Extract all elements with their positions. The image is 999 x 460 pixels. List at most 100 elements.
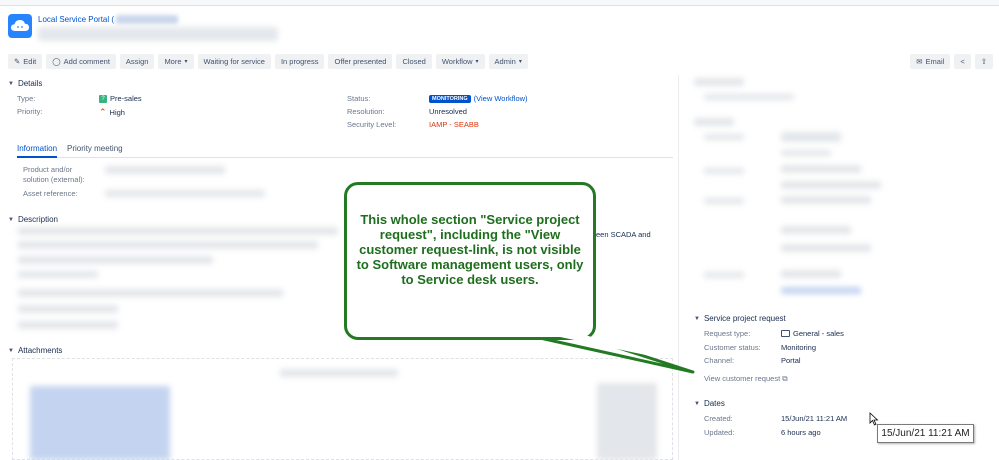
redacted-attachment-thumbnail[interactable] xyxy=(597,383,657,460)
workflow-label: Workflow xyxy=(441,57,473,66)
dates-heading-label: Dates xyxy=(703,399,725,408)
more-label: More xyxy=(164,57,182,66)
tab-priority-meeting[interactable]: Priority meeting xyxy=(67,144,123,157)
product-label-line2: solution (external): xyxy=(23,175,85,184)
details-heading[interactable]: ▼ Details xyxy=(8,79,42,88)
admin-label: Admin xyxy=(494,57,516,66)
customer-status-value: Monitoring xyxy=(781,343,817,352)
more-button[interactable]: More ▾ xyxy=(158,54,194,69)
redacted-issue-key xyxy=(116,15,179,25)
resolution-label: Resolution: xyxy=(347,107,385,116)
service-request-heading-label: Service project request xyxy=(703,314,786,323)
edit-button[interactable]: ✎ Edit xyxy=(8,54,43,69)
chevron-down-icon: ▾ xyxy=(184,59,188,65)
redacted-description-line xyxy=(18,305,118,313)
offer-presented-button[interactable]: Offer presented xyxy=(328,54,393,69)
redacted-description-line xyxy=(18,289,283,297)
pencil-icon: ✎ xyxy=(14,57,21,66)
type-label: Type: xyxy=(17,94,36,103)
external-link-icon: ⧉ xyxy=(782,374,788,383)
in-progress-button[interactable]: In progress xyxy=(274,54,325,69)
assign-label: Assign xyxy=(125,57,149,66)
resolution-value: Unresolved xyxy=(429,107,467,116)
description-heading[interactable]: ▼ Description xyxy=(8,215,58,224)
email-label: Email xyxy=(925,57,945,66)
redacted-field xyxy=(781,244,871,252)
share-button[interactable]: < xyxy=(954,54,971,69)
priority-value-text: High xyxy=(109,108,125,117)
redacted-field xyxy=(781,165,861,173)
email-button[interactable]: ✉ Email xyxy=(910,54,951,69)
date-tooltip: 15/Jun/21 11:21 AM xyxy=(877,424,974,443)
view-customer-request-label: View customer request xyxy=(704,374,781,383)
admin-button[interactable]: Admin ▾ xyxy=(488,54,528,69)
redacted-field xyxy=(781,132,841,142)
collapse-icon: ▼ xyxy=(694,400,700,407)
customer-status-label: Customer status: xyxy=(704,343,761,352)
in-progress-label: In progress xyxy=(280,57,319,66)
product-label: Product and/or solution (external): xyxy=(23,165,85,185)
updated-label: Updated: xyxy=(704,428,735,437)
envelope-icon: ✉ xyxy=(916,57,923,66)
redacted-attachment-thumbnail[interactable] xyxy=(30,386,170,460)
updated-value: 6 hours ago xyxy=(781,428,821,437)
collapse-icon: ▼ xyxy=(8,347,14,354)
cloud-icon xyxy=(11,20,29,31)
redacted-field xyxy=(704,272,744,278)
created-value: 15/Jun/21 11:21 AM xyxy=(781,414,848,423)
redacted-description-line xyxy=(18,256,213,264)
security-level-value: IAMP - SEABB xyxy=(429,120,479,129)
chevron-down-icon: ▾ xyxy=(518,59,522,65)
type-value-text: Pre-sales xyxy=(110,94,142,103)
priority-label: Priority: xyxy=(17,107,43,116)
tab-information[interactable]: Information xyxy=(17,144,58,158)
attachments-heading[interactable]: ▼ Attachments xyxy=(8,346,62,355)
comment-icon: ◯ xyxy=(52,57,61,66)
workflow-button[interactable]: Workflow ▾ xyxy=(435,54,485,69)
add-comment-label: Add comment xyxy=(63,57,110,66)
assign-button[interactable]: Assign xyxy=(119,54,155,69)
share-icon: < xyxy=(960,57,965,66)
offer-presented-label: Offer presented xyxy=(334,57,387,66)
edit-label: Edit xyxy=(23,57,37,66)
redacted-description-line xyxy=(18,321,118,329)
add-comment-button[interactable]: ◯ Add comment xyxy=(46,54,116,69)
redacted-field xyxy=(781,181,881,189)
view-workflow-link[interactable]: (View Workflow) xyxy=(474,94,528,103)
waiting-for-service-button[interactable]: Waiting for service xyxy=(197,54,271,69)
redacted-field xyxy=(781,270,841,278)
redacted-heading xyxy=(694,118,734,126)
dates-heading[interactable]: ▼ Dates xyxy=(694,399,725,408)
view-customer-request-link[interactable]: View customer request ⧉ xyxy=(704,374,788,384)
redacted-field xyxy=(781,150,831,156)
breadcrumb[interactable]: Local Service Portal ( xyxy=(38,15,179,25)
monitor-icon xyxy=(781,330,790,337)
request-type-text: General - sales xyxy=(793,329,844,338)
closed-button[interactable]: Closed xyxy=(396,54,432,69)
redacted-product-value xyxy=(105,166,225,174)
product-label-line1: Product and/or xyxy=(23,165,73,174)
export-button[interactable]: ⇧ xyxy=(974,54,993,69)
toolbar-right: ✉ Email < ⇧ xyxy=(910,54,993,69)
top-bar xyxy=(0,0,999,6)
status-lozenge: MONITORING xyxy=(429,94,471,103)
redacted-asset-value xyxy=(105,190,265,197)
service-project-request-heading[interactable]: ▼ Service project request xyxy=(694,314,786,323)
project-avatar[interactable] xyxy=(8,14,32,38)
chevron-down-icon: ▾ xyxy=(475,59,479,65)
redacted-issue-title xyxy=(38,27,278,41)
request-type-value: General - sales xyxy=(781,329,844,338)
security-level-label: Security Level: xyxy=(347,120,397,129)
collapse-icon: ▼ xyxy=(694,315,700,322)
description-heading-label: Description xyxy=(17,215,58,224)
priority-high-icon: ⌃ xyxy=(99,107,107,117)
redacted-field xyxy=(704,168,744,174)
column-divider xyxy=(678,75,679,460)
redacted-description-line xyxy=(18,271,98,278)
closed-label: Closed xyxy=(402,57,426,66)
breadcrumb-project-link[interactable]: Local Service Portal ( xyxy=(38,15,114,24)
export-icon: ⇧ xyxy=(980,57,987,66)
detail-tabs: Information Priority meeting xyxy=(17,144,673,158)
details-heading-label: Details xyxy=(17,79,43,88)
redacted-field xyxy=(781,196,871,204)
